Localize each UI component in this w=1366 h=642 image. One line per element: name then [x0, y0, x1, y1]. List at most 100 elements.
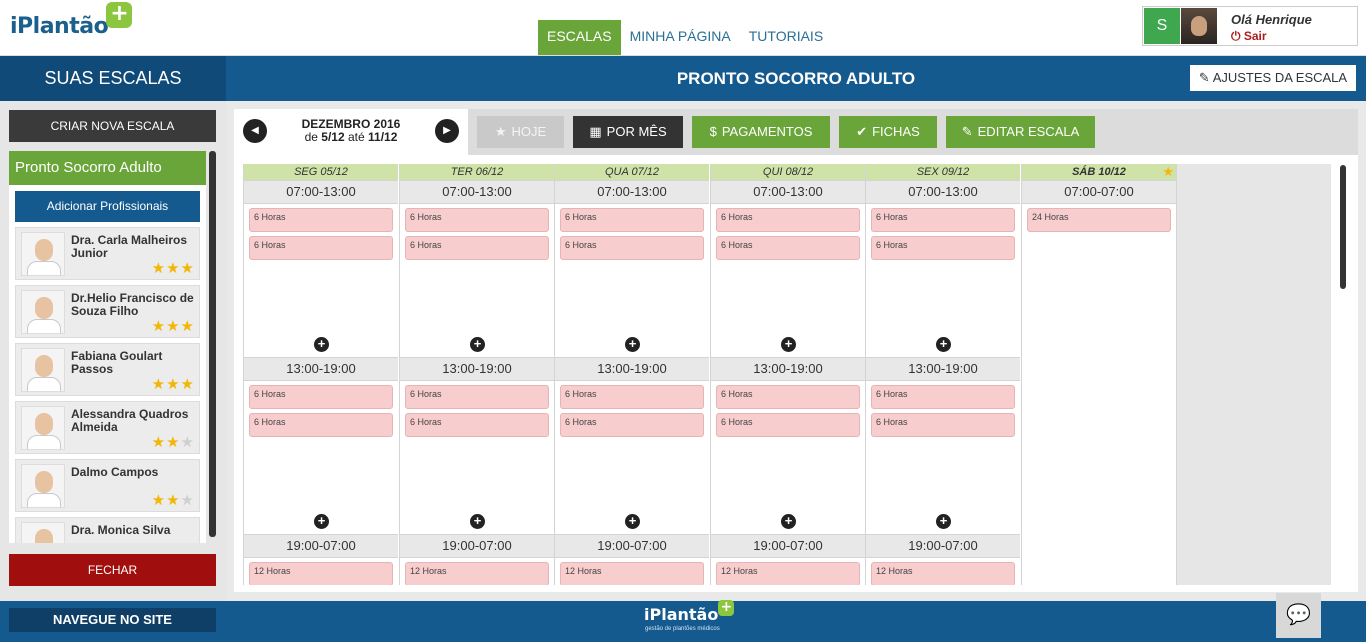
time-slot-body[interactable]: 6 Horas 6 Horas + — [711, 385, 865, 534]
shift-block[interactable]: 6 Horas — [560, 236, 704, 260]
add-shift-icon[interactable]: + — [936, 514, 951, 529]
next-week-button[interactable]: ▶ — [435, 119, 459, 143]
time-slot-body[interactable]: 24 Horas — [1022, 208, 1176, 585]
professional-list: Dra. Carla Malheiros Junior ★★★ Dr.Helio F… — [9, 227, 206, 543]
avatar-head — [35, 529, 53, 543]
edit-schedule-button[interactable]: ✎ EDITAR ESCALA — [946, 116, 1095, 148]
top-header: iPlantão+ ESCALAS MINHA PÁGINA TUTORIAIS… — [0, 0, 1366, 56]
add-shift-icon[interactable]: + — [470, 514, 485, 529]
shift-block[interactable]: 6 Horas — [249, 236, 393, 260]
shift-block[interactable]: 6 Horas — [405, 385, 549, 409]
shift-block[interactable]: 6 Horas — [249, 385, 393, 409]
day-header: TER 06/12 — [400, 164, 554, 180]
site-navigation-button[interactable]: NAVEGUE NO SITE — [9, 608, 216, 632]
star-icon: ★ — [166, 376, 181, 393]
professional-card[interactable]: Alessandra Quadros Almeida ★★★ — [15, 401, 200, 454]
user-avatar[interactable] — [1181, 8, 1217, 44]
shift-block[interactable]: 6 Horas — [716, 236, 860, 260]
time-slot-body[interactable]: 6 Horas 6 Horas + — [711, 208, 865, 357]
shift-block[interactable]: 6 Horas — [871, 385, 1015, 409]
day-label: TER 06/12 — [450, 166, 504, 178]
shift-block[interactable]: 12 Horas — [871, 562, 1015, 585]
star-icon: ★ — [180, 492, 195, 509]
shift-block[interactable]: 6 Horas — [871, 208, 1015, 232]
time-slot-body[interactable]: 6 Horas 6 Horas + — [244, 385, 398, 534]
schedule-panel-title[interactable]: Pronto Socorro Adulto — [9, 151, 206, 185]
payments-button[interactable]: $ PAGAMENTOS — [692, 116, 830, 148]
footer-logo[interactable]: iPlantão + — [644, 600, 735, 624]
professional-card[interactable]: Dra. Carla Malheiros Junior ★★★ — [15, 227, 200, 280]
time-slot-body[interactable]: 6 Horas 6 Horas + — [244, 208, 398, 357]
forms-button[interactable]: ✔ FICHAS — [839, 116, 937, 148]
favorite-star-icon[interactable]: ★ — [1162, 164, 1174, 180]
time-slot-body[interactable]: 6 Horas 6 Horas + — [400, 385, 554, 534]
shift-block[interactable]: 6 Horas — [560, 385, 704, 409]
nav-tutoriais[interactable]: TUTORIAIS — [740, 20, 832, 55]
week-range-end: 11/12 — [368, 130, 398, 144]
create-schedule-button[interactable]: CRIAR NOVA ESCALA — [9, 110, 216, 142]
logout-link[interactable]: ⏻ Sair — [1231, 29, 1267, 44]
shift-block[interactable]: 6 Horas — [405, 236, 549, 260]
by-month-button[interactable]: ▦ POR MÊS — [573, 116, 683, 148]
time-slot-body[interactable]: 6 Horas 6 Horas + — [555, 385, 709, 534]
calendar-scrollbar[interactable] — [1340, 165, 1346, 289]
nav-minha-pagina[interactable]: MINHA PÁGINA — [621, 20, 740, 55]
previous-week-button[interactable]: ◀ — [243, 119, 267, 143]
day-label: QUA 07/12 — [604, 166, 659, 178]
time-slot-body[interactable]: 6 Horas 6 Horas + — [866, 385, 1020, 534]
add-professionals-button[interactable]: Adicionar Profissionais — [15, 191, 200, 222]
add-shift-icon[interactable]: + — [936, 337, 951, 352]
time-slot-body[interactable]: 6 Horas 6 Horas + — [400, 208, 554, 357]
time-slot-body[interactable]: 12 Horas — [400, 562, 554, 585]
app-logo[interactable]: iPlantão+ — [10, 2, 133, 39]
add-shift-icon[interactable]: + — [625, 337, 640, 352]
add-shift-icon[interactable]: + — [781, 514, 796, 529]
chat-icon: 💬 — [1286, 604, 1311, 626]
today-button[interactable]: ★ HOJE — [477, 116, 564, 148]
shift-block[interactable]: 6 Horas — [405, 413, 549, 437]
shift-block[interactable]: 6 Horas — [560, 208, 704, 232]
time-slot-body[interactable]: 12 Horas — [555, 562, 709, 585]
sidebar-scrollbar[interactable] — [209, 151, 216, 537]
shift-block[interactable]: 12 Horas — [716, 562, 860, 585]
time-slot-body[interactable]: 12 Horas — [244, 562, 398, 585]
nav-escalas[interactable]: ESCALAS — [538, 20, 621, 55]
professional-card[interactable]: Dr.Helio Francisco de Souza Filho ★★★ — [15, 285, 200, 338]
rating-stars: ★★★ — [152, 261, 195, 276]
shift-block[interactable]: 12 Horas — [249, 562, 393, 585]
close-button[interactable]: FECHAR — [9, 554, 216, 586]
add-shift-icon[interactable]: + — [314, 514, 329, 529]
professional-card[interactable]: Fabiana Goulart Passos ★★★ — [15, 343, 200, 396]
shift-block[interactable]: 6 Horas — [405, 208, 549, 232]
professional-card[interactable]: Dalmo Campos ★★★ — [15, 459, 200, 512]
time-slot-body[interactable]: 6 Horas 6 Horas + — [866, 208, 1020, 357]
schedule-settings-button[interactable]: ✎ AJUSTES DA ESCALA — [1190, 65, 1356, 91]
shift-block[interactable]: 24 Horas — [1027, 208, 1171, 232]
star-icon: ★ — [166, 318, 181, 335]
add-shift-icon[interactable]: + — [314, 337, 329, 352]
add-shift-icon[interactable]: + — [470, 337, 485, 352]
shift-block[interactable]: 6 Horas — [871, 236, 1015, 260]
time-slot-body[interactable]: 12 Horas — [711, 562, 865, 585]
shift-block[interactable]: 6 Horas — [560, 413, 704, 437]
professional-card[interactable]: Dra. Monica Silva★★★ — [15, 517, 200, 543]
edit-schedule-label: EDITAR ESCALA — [977, 124, 1080, 139]
shift-block[interactable]: 6 Horas — [249, 413, 393, 437]
time-slot-body[interactable]: 12 Horas — [866, 562, 1020, 585]
shift-block[interactable]: 6 Horas — [716, 385, 860, 409]
time-slot-header: 07:00-13:00 — [866, 180, 1020, 204]
chat-button[interactable]: 💬 — [1276, 593, 1321, 638]
shift-block[interactable]: 6 Horas — [716, 413, 860, 437]
star-icon: ★ — [166, 492, 181, 509]
shift-block[interactable]: 12 Horas — [560, 562, 704, 585]
day-column: SEX 09/12 07:00-13:00 6 Horas 6 Horas +13:00… — [865, 164, 1020, 585]
time-slot-header: 13:00-19:00 — [244, 357, 398, 381]
shift-block[interactable]: 12 Horas — [405, 562, 549, 585]
shift-block[interactable]: 6 Horas — [871, 413, 1015, 437]
shift-block[interactable]: 6 Horas — [716, 208, 860, 232]
time-slot-body[interactable]: 6 Horas 6 Horas + — [555, 208, 709, 357]
shift-block[interactable]: 6 Horas — [249, 208, 393, 232]
user-initial-badge[interactable]: S — [1144, 8, 1180, 44]
add-shift-icon[interactable]: + — [625, 514, 640, 529]
add-shift-icon[interactable]: + — [781, 337, 796, 352]
